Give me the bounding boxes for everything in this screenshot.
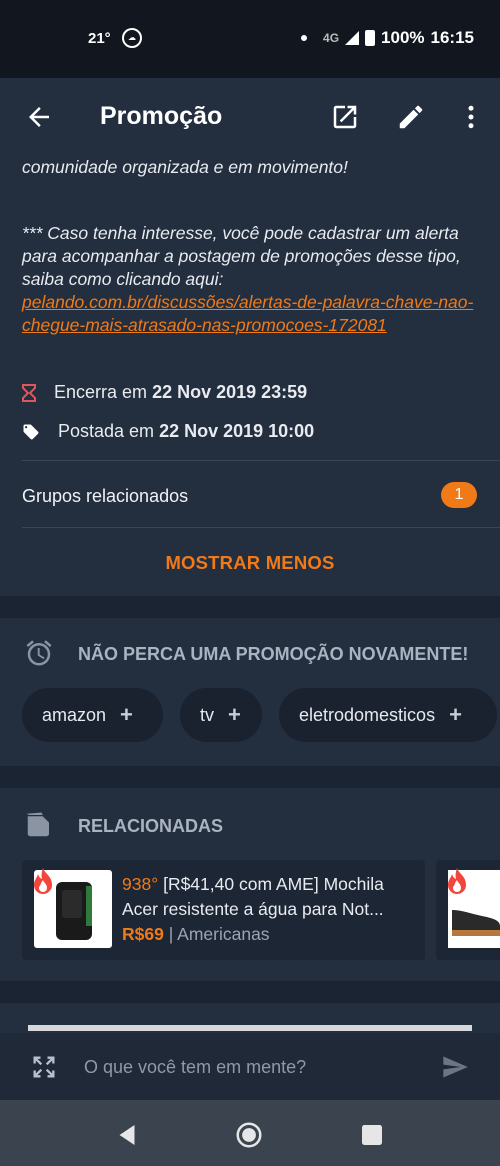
send-icon[interactable] bbox=[440, 1053, 470, 1081]
divider bbox=[22, 460, 500, 461]
alert-chip-tv[interactable]: tv + bbox=[180, 688, 262, 742]
weather-icon: ☁ bbox=[122, 28, 142, 48]
tags-icon bbox=[26, 812, 49, 837]
system-nav-bar bbox=[0, 1100, 500, 1166]
status-bar: 21° ☁ 4G 100% 16:15 bbox=[0, 0, 500, 78]
alert-chip-label: amazon bbox=[42, 704, 107, 725]
alert-info-text: *** Caso tenha interesse, você pode cada… bbox=[22, 222, 492, 337]
app-bar: Promoção bbox=[0, 78, 500, 156]
plus-icon: + bbox=[120, 702, 133, 727]
posted-row: Postada em 22 Nov 2019 10:00 bbox=[22, 421, 314, 442]
alert-chip-eletrodomesticos[interactable]: eletrodomesticos + bbox=[279, 688, 497, 742]
related-groups-count-badge[interactable]: 1 bbox=[441, 482, 477, 508]
show-less-button[interactable]: MOSTRAR MENOS bbox=[0, 552, 500, 574]
expand-icon[interactable] bbox=[30, 1053, 58, 1081]
related-heading: RELACIONADAS bbox=[78, 816, 224, 836]
notification-dot-icon bbox=[301, 35, 308, 41]
alert-chip-label: eletrodomesticos bbox=[299, 704, 436, 725]
hot-flame-icon bbox=[34, 868, 52, 894]
alert-info-body: *** Caso tenha interesse, você pode cada… bbox=[22, 223, 461, 289]
alert-chip-label: tv bbox=[200, 704, 215, 725]
alert-link[interactable]: pelando.com.br/discussões/alertas-de-pal… bbox=[22, 292, 473, 335]
related-deal-card[interactable]: 938° [R$41,40 com AME] Mochila Acer resi… bbox=[22, 860, 425, 960]
nav-home-icon[interactable] bbox=[234, 1120, 264, 1150]
alarm-clock-icon bbox=[26, 640, 52, 666]
status-indicators: 4G 100% 16:15 bbox=[301, 28, 474, 48]
nav-back-icon[interactable] bbox=[112, 1120, 142, 1150]
posted-value: 22 Nov 2019 10:00 bbox=[159, 421, 315, 441]
deal-title: [R$41,40 com AME] Mochila Acer resistent… bbox=[122, 874, 384, 919]
more-options-icon[interactable] bbox=[456, 102, 486, 132]
signal-icon bbox=[345, 31, 360, 45]
related-deals-card: RELACIONADAS 938° [R$41,40 com AME] Moch… bbox=[0, 788, 500, 981]
deal-thumbnail bbox=[448, 868, 500, 948]
alerts-heading: NÃO PERCA UMA PROMOÇÃO NOVAMENTE! bbox=[78, 644, 469, 664]
battery-icon bbox=[365, 30, 376, 46]
scroll-indicator bbox=[28, 1025, 472, 1031]
related-groups-label[interactable]: Grupos relacionados bbox=[22, 486, 188, 507]
open-external-icon[interactable] bbox=[330, 102, 360, 132]
divider bbox=[22, 527, 500, 528]
deal-price: R$69 bbox=[122, 924, 164, 944]
comment-bar: O que você tem em mente? bbox=[0, 1033, 500, 1100]
plus-icon: + bbox=[449, 702, 462, 727]
hourglass-icon bbox=[22, 383, 36, 402]
deal-temperature: 938° bbox=[122, 874, 159, 894]
ends-row: Encerra em 22 Nov 2019 23:59 bbox=[22, 382, 307, 403]
page-title: Promoção bbox=[100, 102, 223, 130]
ends-label: Encerra em bbox=[54, 382, 148, 402]
weather-temperature: 21° bbox=[88, 30, 111, 47]
ends-value: 22 Nov 2019 23:59 bbox=[152, 382, 308, 402]
comment-area: O que você tem em mente? bbox=[0, 1003, 500, 1100]
deal-thumbnail bbox=[34, 868, 112, 948]
posted-label: Postada em bbox=[58, 421, 155, 441]
deal-text: 938° [R$41,40 com AME] Mochila Acer resi… bbox=[122, 874, 384, 944]
alert-chip-amazon[interactable]: amazon + bbox=[22, 688, 163, 742]
nav-recents-icon[interactable] bbox=[357, 1120, 387, 1150]
deal-details-card: comunidade organizada e em movimento! **… bbox=[0, 156, 500, 596]
comment-input[interactable]: O que você tem em mente? bbox=[84, 1057, 306, 1078]
related-deal-card-partial[interactable] bbox=[436, 860, 500, 960]
tag-icon bbox=[23, 424, 39, 439]
network-type: 4G bbox=[323, 31, 340, 45]
alerts-card: NÃO PERCA UMA PROMOÇÃO NOVAMENTE! amazon… bbox=[0, 618, 500, 766]
back-arrow-icon[interactable] bbox=[24, 102, 54, 132]
hot-flame-icon bbox=[448, 868, 466, 894]
clock: 16:15 bbox=[430, 28, 474, 47]
plus-icon: + bbox=[228, 702, 241, 727]
edit-pencil-icon[interactable] bbox=[396, 102, 426, 132]
battery-percent: 100% bbox=[381, 28, 425, 47]
description-text: comunidade organizada e em movimento! bbox=[22, 157, 348, 177]
deal-store: Americanas bbox=[177, 924, 270, 944]
